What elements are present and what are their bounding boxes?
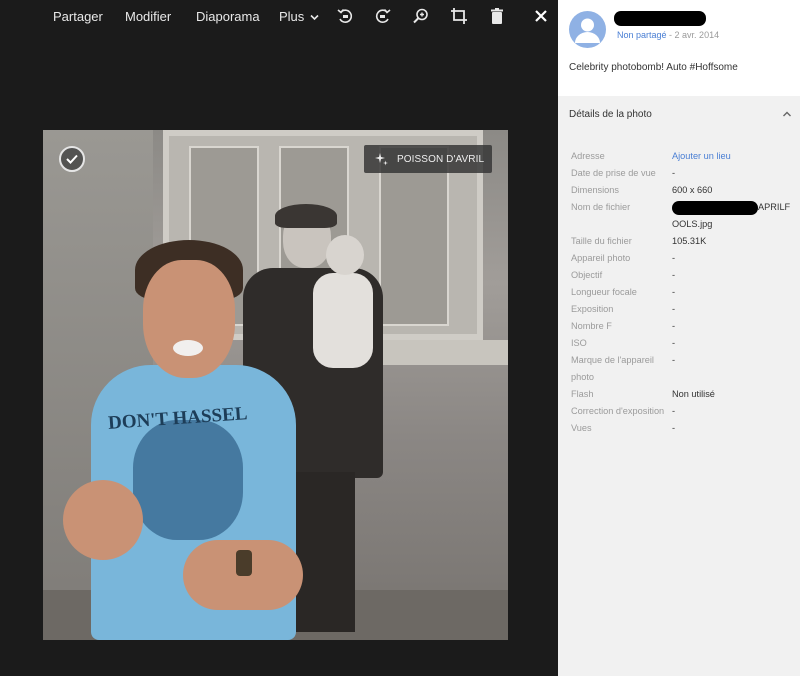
user-icon [575, 18, 600, 43]
more-label: Plus [279, 9, 305, 24]
detail-row: Date de prise de vue - [571, 165, 800, 182]
more-button[interactable]: Plus [279, 9, 319, 24]
chevron-down-icon [310, 14, 319, 21]
visibility-link[interactable]: Non partagé [617, 30, 667, 40]
photo-details-section: Détails de la photo Adresse Ajouter un l… [558, 96, 800, 676]
detail-row: Longueur focale - [571, 284, 800, 301]
detail-label: Date de prise de vue [571, 168, 656, 178]
select-checkmark-icon[interactable] [59, 146, 85, 172]
detail-value: - [672, 304, 676, 314]
window-pane [379, 146, 449, 326]
detail-value: - [672, 168, 676, 178]
detail-label: Objectif [571, 270, 603, 280]
detail-row: Nom de fichier APRILF OOLS.jpg [571, 199, 800, 233]
rotate-left-icon[interactable] [336, 7, 354, 25]
detail-value: 600 x 660 [672, 185, 713, 195]
detail-value: - [672, 253, 676, 263]
date-separator: - [666, 30, 675, 40]
avatar[interactable] [569, 11, 606, 48]
detail-value: - [672, 355, 676, 365]
detail-label: Adresse [571, 151, 605, 161]
detail-row: Flash Non utilisé [571, 386, 800, 403]
window-sill [373, 340, 508, 365]
check-icon [66, 154, 78, 164]
photo-baby [308, 235, 378, 375]
detail-row: Nombre F - [571, 318, 800, 335]
detail-value: - [672, 287, 676, 297]
detail-value: - [672, 338, 676, 348]
detail-row: Appareil photo - [571, 250, 800, 267]
zoom-icon[interactable] [412, 7, 430, 25]
photo-celebrity: DON'T HASSEL [63, 240, 313, 640]
owner-name-redacted [614, 11, 706, 26]
close-icon[interactable] [532, 7, 550, 25]
detail-label: Vues [571, 423, 592, 433]
photo-caption[interactable]: Celebrity photobomb! Auto #Hoffsome [569, 62, 738, 73]
edit-button[interactable]: Modifier [125, 9, 171, 24]
filename-redacted [672, 201, 758, 215]
detail-row: ISO - [571, 335, 800, 352]
detail-label: Longueur focale [571, 287, 637, 297]
detail-row: Exposition - [571, 301, 800, 318]
detail-label: ISO [571, 338, 587, 348]
detail-row: Correction d'exposition - [571, 403, 800, 420]
rotate-right-icon[interactable] [374, 7, 392, 25]
detail-label: Exposition [571, 304, 614, 314]
detail-label: Taille du fichier [571, 236, 632, 246]
detail-label: Marque de l'appareil photo [571, 355, 654, 382]
slideshow-button[interactable]: Diaporama [196, 9, 260, 24]
details-rows: Adresse Ajouter un lieu Date de prise de… [571, 148, 800, 437]
chevron-up-icon [783, 111, 791, 117]
detail-label: Appareil photo [571, 253, 631, 263]
detail-value: - [672, 270, 676, 280]
detail-row: Adresse Ajouter un lieu [571, 148, 800, 165]
viewer-toolbar: Partager Modifier Diaporama Plus [0, 0, 558, 34]
detail-value: Non utilisé [672, 389, 715, 399]
detail-value: - [672, 423, 676, 433]
photo-viewer: Partager Modifier Diaporama Plus DON'T H… [0, 0, 558, 676]
detail-value: - [672, 406, 676, 416]
detail-row: Vues - [571, 420, 800, 437]
sparkle-icon [375, 152, 388, 165]
detail-row: Dimensions 600 x 660 [571, 182, 800, 199]
photo-date: 2 avr. 2014 [674, 30, 720, 40]
info-panel: Non partagé - 2 avr. 2014 Celebrity phot… [558, 0, 800, 676]
detail-label: Flash [571, 389, 594, 399]
photo-meta: Non partagé - 2 avr. 2014 [617, 30, 719, 40]
photo-image[interactable]: DON'T HASSEL POISSON D'AVRIL [43, 130, 508, 640]
detail-value: - [672, 321, 676, 331]
add-location-link[interactable]: Ajouter un lieu [672, 148, 800, 165]
photo-details-toggle[interactable]: Détails de la photo [558, 96, 800, 132]
detail-label: Dimensions [571, 185, 619, 195]
badge-label: POISSON D'AVRIL [397, 153, 485, 165]
auto-effect-badge[interactable]: POISSON D'AVRIL [364, 145, 492, 173]
details-title: Détails de la photo [569, 109, 652, 120]
detail-label: Correction d'exposition [571, 406, 665, 416]
trash-icon[interactable] [488, 7, 506, 25]
detail-row: Marque de l'appareil photo - [571, 352, 800, 386]
filename-line2: OOLS.jpg [672, 219, 713, 229]
filename-end: APRILF [758, 202, 791, 212]
share-button[interactable]: Partager [53, 9, 103, 24]
detail-label: Nombre F [571, 321, 612, 331]
detail-label: Nom de fichier [571, 202, 631, 212]
detail-row: Taille du fichier 105.31K [571, 233, 800, 250]
detail-row: Objectif - [571, 267, 800, 284]
detail-value: 105.31K [672, 236, 707, 246]
crop-icon[interactable] [450, 7, 468, 25]
